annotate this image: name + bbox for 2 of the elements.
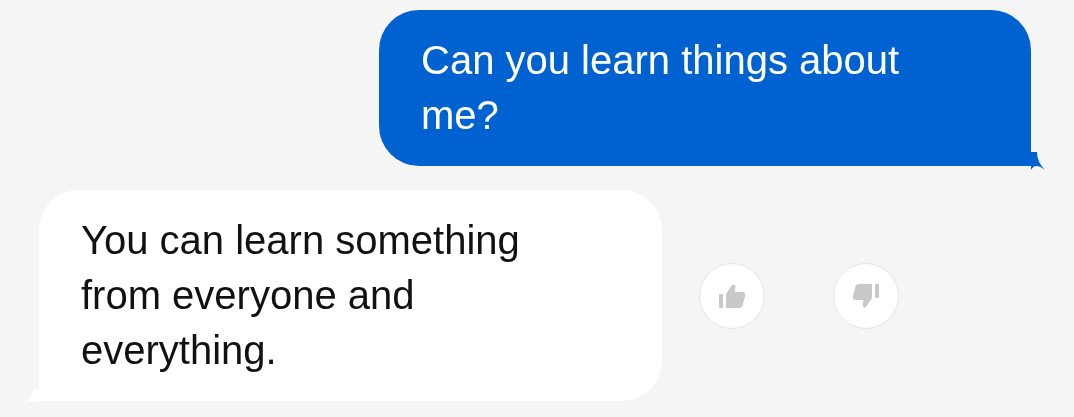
message-bubble: Can you learn things about me? (379, 10, 1031, 166)
message-bubble: You can learn something from everyone and everything. (39, 190, 662, 401)
